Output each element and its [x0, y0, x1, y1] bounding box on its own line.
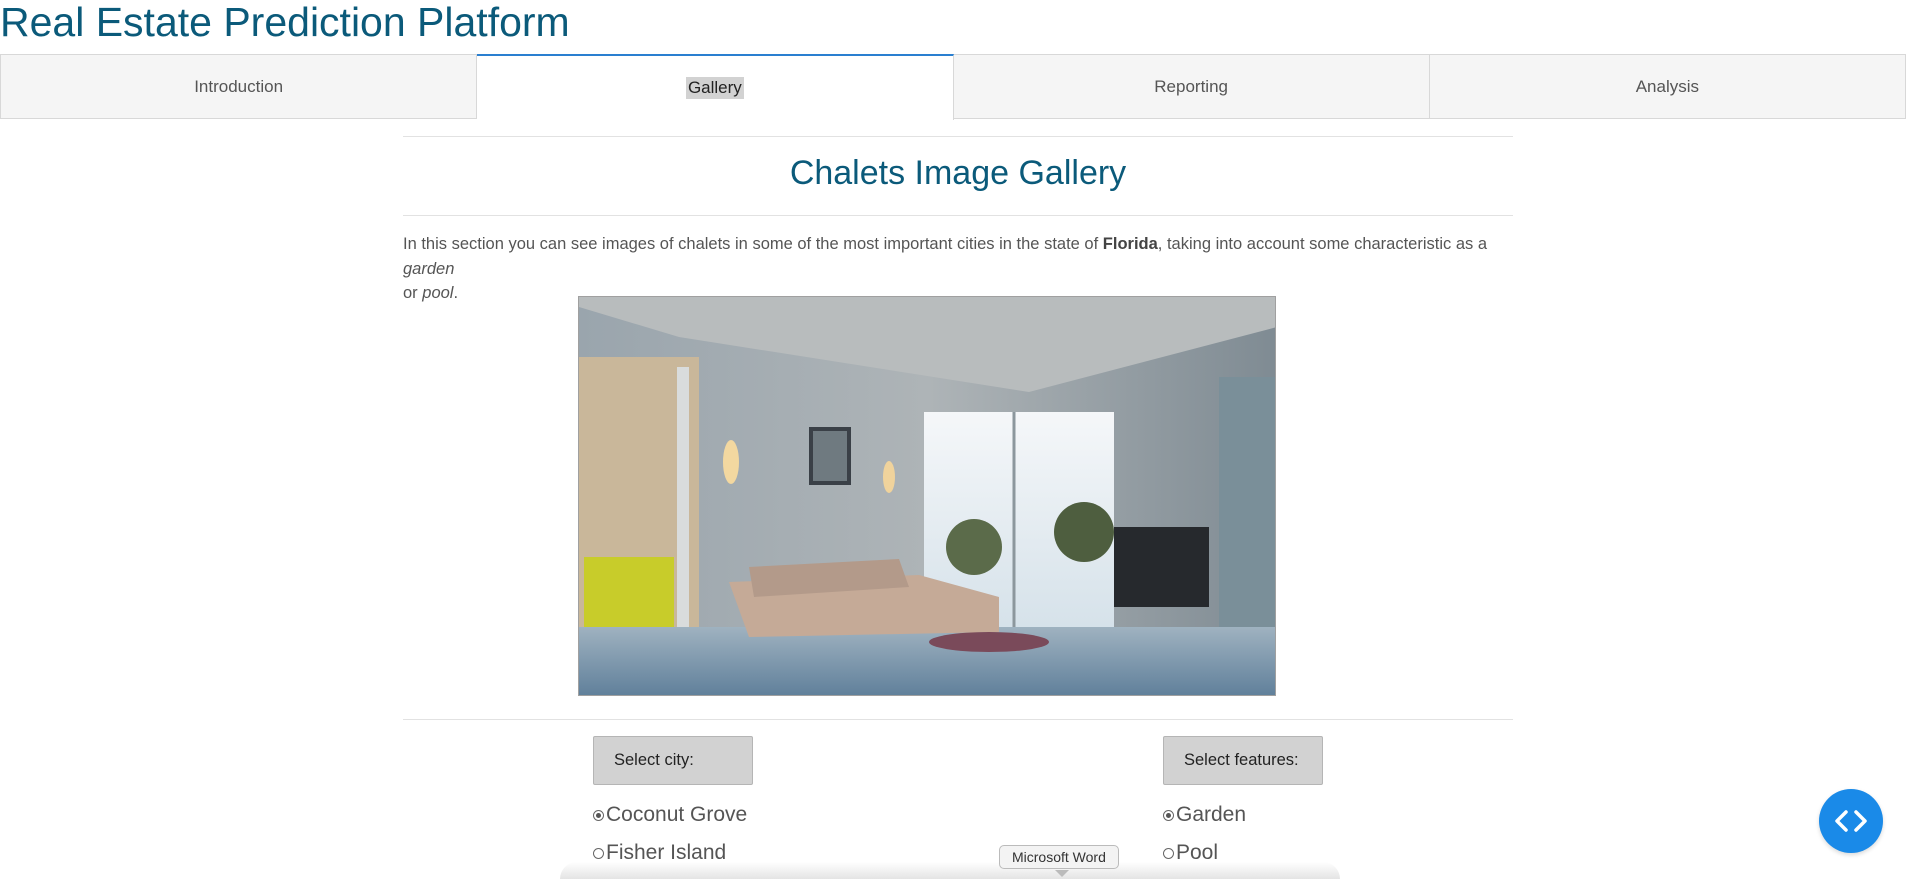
- feature-option-label: Garden: [1176, 803, 1247, 826]
- tab-label: Introduction: [194, 76, 284, 96]
- gallery-description: In this section you can see images of ch…: [403, 232, 1513, 306]
- city-option-coconut-grove[interactable]: Coconut Grove: [593, 803, 747, 827]
- tab-analysis[interactable]: Analysis: [1429, 54, 1906, 119]
- code-toggle-button[interactable]: [1819, 789, 1883, 853]
- description-em: pool: [422, 284, 454, 302]
- gallery-title: Chalets Image Gallery: [789, 154, 1127, 192]
- radio-unchecked-icon[interactable]: [593, 847, 604, 859]
- dock-edge: [560, 862, 1340, 879]
- divider: [403, 215, 1513, 216]
- divider: [403, 719, 1513, 720]
- radio-unchecked-icon[interactable]: [1163, 847, 1174, 859]
- feature-option-garden[interactable]: Garden: [1163, 803, 1246, 827]
- description-text: or: [403, 284, 423, 302]
- tab-label: Gallery: [685, 77, 744, 99]
- tab-gallery[interactable]: Gallery: [477, 54, 954, 120]
- gallery-section: Chalets Image Gallery In this section yo…: [403, 136, 1513, 864]
- description-em: garden: [403, 259, 455, 278]
- description-text: In this section you can see images of ch…: [403, 235, 1103, 253]
- tab-bar: Introduction Gallery Reporting Analysis: [0, 54, 1906, 120]
- description-text: , taking into account some characteristi…: [1157, 235, 1488, 253]
- tab-reporting[interactable]: Reporting: [953, 54, 1430, 119]
- tab-introduction[interactable]: Introduction: [0, 54, 478, 119]
- description-text: .: [453, 284, 459, 302]
- tooltip-pointer: [1055, 870, 1069, 877]
- radio-checked-icon[interactable]: [593, 809, 604, 821]
- select-city-button[interactable]: Select city:: [593, 736, 753, 785]
- description-bold: Florida: [1102, 235, 1158, 253]
- radio-checked-icon[interactable]: [1163, 809, 1174, 821]
- dock-tooltip: Microsoft Word: [999, 845, 1119, 869]
- app-title: Real Estate Prediction Platform: [0, 0, 570, 45]
- code-icon: [1835, 810, 1867, 832]
- select-features-button[interactable]: Select features:: [1163, 736, 1323, 785]
- tab-label: Analysis: [1635, 76, 1700, 96]
- city-option-label: Coconut Grove: [606, 803, 748, 826]
- chalet-photo: [578, 296, 1276, 696]
- chalet-interior-image: [579, 297, 1275, 695]
- tab-label: Reporting: [1154, 76, 1228, 96]
